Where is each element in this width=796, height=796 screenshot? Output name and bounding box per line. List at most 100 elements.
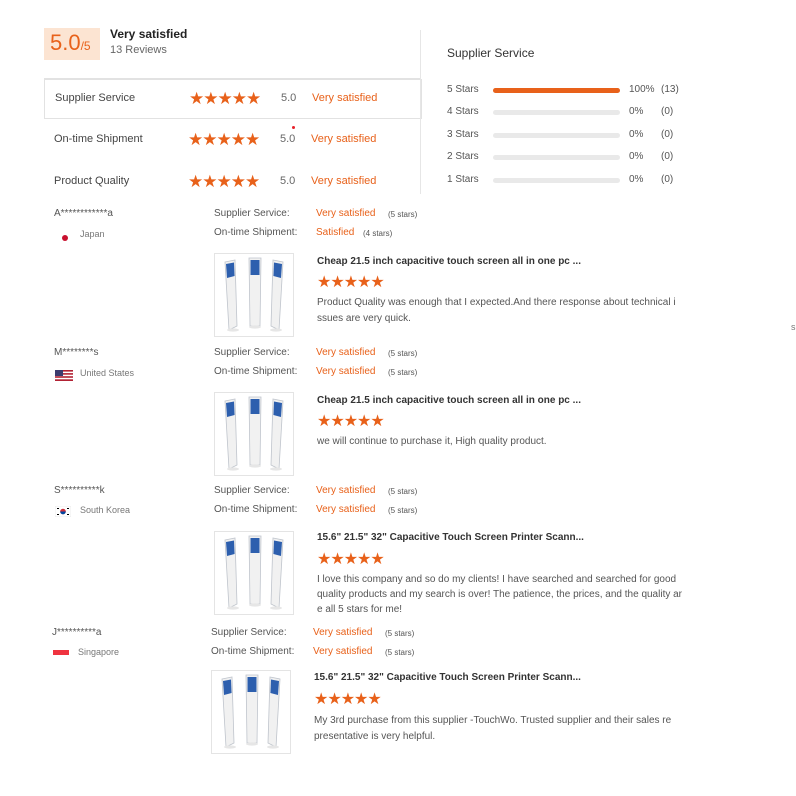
supplier-service-stars: (5 stars) xyxy=(385,629,415,638)
distribution-row[interactable]: 5 Stars 100% (13) xyxy=(447,84,687,98)
supplier-service-stars: (5 stars) xyxy=(388,487,418,496)
kiosk-image xyxy=(215,393,293,475)
product-title-link[interactable]: Cheap 21.5 inch capacitive touch screen … xyxy=(317,395,581,406)
distribution-percent: 0% xyxy=(629,174,644,185)
distribution-title: Supplier Service xyxy=(447,46,535,60)
review-text-line: presentative is very helpful. xyxy=(314,731,436,742)
product-title-link[interactable]: 15.6" 21.5" 32" Capacitive Touch Screen … xyxy=(317,532,584,543)
distribution-row[interactable]: 3 Stars 0% (0) xyxy=(447,129,687,143)
distribution-count: (0) xyxy=(661,129,674,140)
review-text-line: ssues are very quick. xyxy=(317,313,411,324)
reviewer-country: United States xyxy=(80,368,135,378)
supplier-service-value: Very satisfied xyxy=(316,485,376,496)
shipment-value: Very satisfied xyxy=(316,504,376,515)
rating-label: On-time Shipment xyxy=(54,133,143,145)
rating-text: Very satisfied xyxy=(312,92,378,104)
review-text-line: quality products and my search is over! … xyxy=(317,589,683,600)
rating-row-product-quality[interactable]: Product Quality ★★★★★ 5.0 Very satisfied xyxy=(44,163,420,201)
product-thumbnail[interactable] xyxy=(214,253,294,337)
distribution-percent: 0% xyxy=(629,151,644,162)
shipment-key: On-time Shipment: xyxy=(214,227,298,238)
distribution-bar xyxy=(493,155,620,160)
distribution-label: 4 Stars xyxy=(447,106,479,117)
distribution-count: (0) xyxy=(661,174,674,185)
distribution-bar-fill xyxy=(493,88,620,93)
review-text-line: I love this company and so do my clients… xyxy=(317,574,677,585)
indicator-dot-icon xyxy=(292,126,295,129)
kiosk-image xyxy=(215,254,293,336)
overall-rating-label: Very satisfied xyxy=(110,27,188,41)
shipment-key: On-time Shipment: xyxy=(214,366,298,377)
south-korea-flag-icon xyxy=(54,504,72,518)
rating-value: 5.0 xyxy=(280,133,296,145)
distribution-row[interactable]: 4 Stars 0% (0) xyxy=(447,106,687,120)
shipment-stars: (5 stars) xyxy=(388,506,418,515)
distribution-label: 2 Stars xyxy=(447,151,479,162)
review-text-line: we will continue to purchase it, High qu… xyxy=(317,436,547,447)
distribution-percent: 0% xyxy=(629,106,644,117)
supplier-service-value: Very satisfied xyxy=(316,208,376,219)
reviewer-name: J**********a xyxy=(52,627,102,638)
shipment-stars: (5 stars) xyxy=(388,368,418,377)
distribution-label: 5 Stars xyxy=(447,84,479,95)
product-title-link[interactable]: Cheap 21.5 inch capacitive touch screen … xyxy=(317,256,581,267)
kiosk-image xyxy=(215,532,293,614)
distribution-percent: 0% xyxy=(629,129,644,140)
shipment-value: Very satisfied xyxy=(313,646,373,657)
distribution-count: (0) xyxy=(661,106,674,117)
distribution-count: (13) xyxy=(661,84,679,95)
product-thumbnail[interactable] xyxy=(214,392,294,476)
rating-breakdown-table: Supplier Service ★★★★★ 5.0 Very satisfie… xyxy=(44,78,422,195)
review-text-line: My 3rd purchase from this supplier -Touc… xyxy=(314,715,672,726)
distribution-row[interactable]: 2 Stars 0% (0) xyxy=(447,151,687,165)
review-text-line: Product Quality was enough that I expect… xyxy=(317,297,676,308)
supplier-service-key: Supplier Service: xyxy=(211,627,287,638)
product-thumbnail[interactable] xyxy=(214,531,294,615)
review-text-line: e all 5 stars for me! xyxy=(317,604,403,615)
score-max: /5 xyxy=(80,39,91,53)
reviewer-country: Japan xyxy=(80,229,105,239)
edge-mark: s xyxy=(791,322,796,332)
reviewer-name: S**********k xyxy=(54,485,105,496)
distribution-bar xyxy=(493,88,620,93)
star-rating-icon: ★★★★★ xyxy=(317,274,385,291)
shipment-key: On-time Shipment: xyxy=(211,646,295,657)
rating-text: Very satisfied xyxy=(311,133,377,145)
reviewer-country: South Korea xyxy=(80,505,131,515)
shipment-value: Satisfied xyxy=(316,227,355,238)
supplier-service-stars: (5 stars) xyxy=(388,349,418,358)
shipment-key: On-time Shipment: xyxy=(214,504,298,515)
rating-row-on-time-shipment[interactable]: On-time Shipment ★★★★★ 5.0 Very satisfie… xyxy=(44,121,420,159)
rating-label: Product Quality xyxy=(54,175,130,187)
japan-flag-icon xyxy=(57,230,73,243)
product-thumbnail[interactable] xyxy=(211,670,291,754)
supplier-service-stars: (5 stars) xyxy=(388,210,418,219)
singapore-flag-icon xyxy=(53,647,69,660)
shipment-stars: (4 stars) xyxy=(363,229,393,238)
reviewer-name: M********s xyxy=(54,347,99,358)
star-rating-icon: ★★★★★ xyxy=(188,130,260,149)
kiosk-image xyxy=(212,671,290,753)
supplier-service-value: Very satisfied xyxy=(313,627,373,638)
star-rating-icon: ★★★★★ xyxy=(314,691,382,708)
star-rating-icon: ★★★★★ xyxy=(317,413,385,430)
rating-label: Supplier Service xyxy=(55,92,136,104)
distribution-row[interactable]: 1 Stars 0% (0) xyxy=(447,174,687,188)
shipment-value: Very satisfied xyxy=(316,366,376,377)
star-rating-icon: ★★★★★ xyxy=(189,89,261,108)
rating-value: 5.0 xyxy=(280,175,296,187)
distribution-bar xyxy=(493,178,620,183)
star-rating-icon: ★★★★★ xyxy=(317,551,385,568)
product-title-link[interactable]: 15.6" 21.5" 32" Capacitive Touch Screen … xyxy=(314,672,581,683)
star-rating-icon: ★★★★★ xyxy=(188,172,260,191)
reviewer-country: Singapore xyxy=(78,647,120,657)
distribution-count: (0) xyxy=(661,151,674,162)
overall-score: 5.0/5 xyxy=(50,30,91,55)
shipment-stars: (5 stars) xyxy=(385,648,415,657)
supplier-service-key: Supplier Service: xyxy=(214,347,290,358)
reviewer-name: A************a xyxy=(54,208,113,219)
rating-value: 5.0 xyxy=(281,92,297,104)
divider xyxy=(420,30,421,194)
distribution-bar xyxy=(493,110,620,115)
rating-row-supplier-service[interactable]: Supplier Service ★★★★★ 5.0 Very satisfie… xyxy=(44,79,422,119)
